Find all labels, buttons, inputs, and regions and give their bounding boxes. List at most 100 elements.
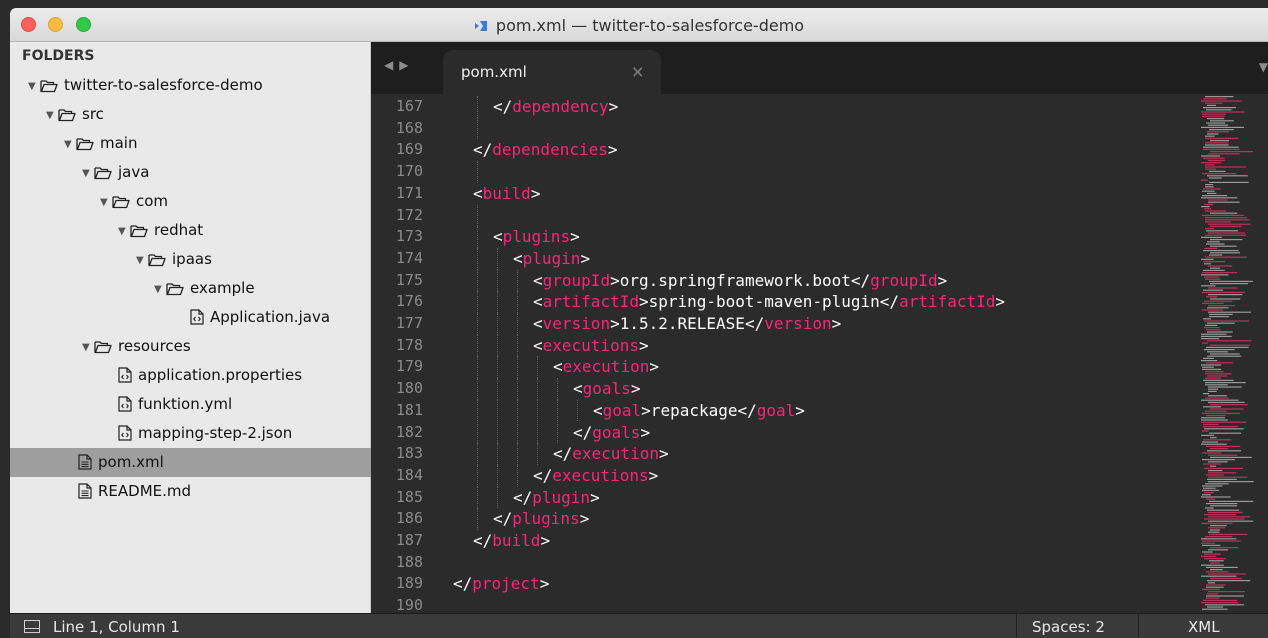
indent-guide: [497, 291, 498, 313]
code-text: <: [533, 270, 543, 290]
minimap[interactable]: [1199, 94, 1268, 613]
disclosure-triangle-icon[interactable]: ▼: [154, 275, 166, 304]
tree-item[interactable]: ▼ src: [10, 100, 371, 129]
minimap-line: [1205, 384, 1228, 386]
tree-item[interactable]: ▼ example: [10, 274, 371, 303]
chevron-left-icon[interactable]: ◀: [384, 58, 399, 72]
indent-guide: [497, 334, 498, 357]
indent-guide: [497, 486, 498, 509]
disclosure-triangle-icon[interactable]: ▼: [28, 72, 40, 101]
tree-item[interactable]: funktion.yml: [10, 390, 371, 419]
line-number: 174: [395, 248, 423, 267]
line-number: 182: [395, 422, 423, 441]
tree-item[interactable]: ▼ main: [10, 129, 371, 158]
code-text: >: [570, 227, 580, 247]
minimap-line: [1207, 606, 1224, 608]
tree-item[interactable]: ▼ java: [10, 158, 371, 187]
minimap-line: [1204, 514, 1237, 516]
minimap-line: [1202, 452, 1222, 454]
code-text: </: [573, 422, 593, 442]
sidebar: FOLDERS ▼ twitter-to-salesforce-demo ▼ src ▼…: [10, 42, 371, 613]
indent-guide: [477, 443, 478, 465]
minimap-line: [1205, 483, 1229, 485]
folder-open-icon: [130, 224, 148, 238]
tag-name: plugins: [502, 227, 571, 247]
minimap-line: [1209, 316, 1229, 318]
minimap-line: [1210, 140, 1229, 142]
code-text: >1.5.2.RELEASE</: [610, 314, 765, 333]
minimap-line: [1201, 111, 1245, 113]
tree-item[interactable]: Application.java: [10, 303, 371, 332]
indent-guide: [477, 399, 478, 422]
tree-item[interactable]: ▼ com: [10, 187, 371, 216]
indent-guide: [497, 247, 498, 270]
minimap-line: [1201, 564, 1224, 566]
minimap-line: [1206, 586, 1224, 588]
minimap-line: [1209, 313, 1233, 315]
disclosure-triangle-icon[interactable]: ▼: [64, 130, 76, 159]
minimap-line: [1202, 272, 1238, 274]
minimap-line: [1206, 296, 1218, 298]
disclosure-triangle-icon[interactable]: ▼: [100, 188, 112, 217]
minimap-line: [1210, 283, 1249, 285]
tree-item[interactable]: mapping-step-2.json: [10, 419, 371, 448]
indentation-setting[interactable]: Spaces: 2: [1032, 618, 1105, 636]
tree-item-label: main: [100, 134, 138, 152]
minimap-line: [1210, 267, 1221, 269]
minimap-line: [1206, 109, 1232, 111]
tree-item[interactable]: pom.xml: [10, 448, 371, 477]
tag-name: dependencies: [492, 140, 608, 160]
disclosure-triangle-icon[interactable]: ▼: [136, 246, 148, 275]
minimap-line: [1207, 241, 1220, 243]
disclosure-triangle-icon[interactable]: ▼: [82, 159, 94, 188]
minimap-line: [1209, 560, 1224, 562]
minimap-line: [1202, 113, 1226, 115]
minimap-line: [1202, 368, 1222, 370]
minimap-line: [1203, 463, 1222, 465]
tree-item[interactable]: application.properties: [10, 361, 371, 390]
minimap-line: [1206, 584, 1226, 586]
indent-guide: [477, 96, 478, 118]
indent-guide: [517, 334, 518, 357]
minimap-line: [1203, 98, 1227, 100]
code-line: </execution>: [553, 443, 669, 465]
code-text: >: [638, 335, 649, 355]
disclosure-triangle-icon[interactable]: ▼: [46, 101, 58, 130]
cursor-position[interactable]: Line 1, Column 1: [53, 618, 180, 636]
minimap-line: [1208, 531, 1220, 533]
folder-open-icon: [94, 166, 112, 180]
tree-item[interactable]: README.md: [10, 477, 371, 506]
close-icon[interactable]: ×: [631, 62, 644, 81]
minimap-line: [1204, 349, 1235, 351]
disclosure-triangle-icon[interactable]: ▼: [82, 333, 94, 362]
folder-open-icon: [40, 79, 58, 93]
minimap-line: [1210, 448, 1229, 450]
folder-open-icon: [112, 195, 130, 209]
syntax-selector[interactable]: XML: [1188, 618, 1220, 636]
minimap-line: [1203, 157, 1225, 159]
tree-item[interactable]: ▼ twitter-to-salesforce-demo: [10, 71, 371, 100]
minimap-line: [1208, 287, 1238, 289]
minimap-line: [1209, 181, 1249, 183]
minimap-line: [1202, 195, 1228, 197]
minimap-line: [1202, 190, 1215, 192]
minimap-line: [1205, 234, 1247, 236]
tag-name: dependency: [512, 97, 609, 116]
panel-toggle-icon[interactable]: [24, 620, 40, 633]
tree-item[interactable]: ▼ ipaas: [10, 245, 371, 274]
minimap-line: [1207, 133, 1219, 135]
code-editor[interactable]: 167 168 169 170 171 172 173 174 175 176 177 178 179 1…: [371, 94, 1268, 613]
chevron-right-icon[interactable]: ▶: [399, 58, 414, 72]
line-number: 169: [395, 140, 423, 159]
tag-name: version: [542, 314, 611, 333]
tree-item[interactable]: ▼ resources: [10, 332, 371, 361]
disclosure-triangle-icon[interactable]: ▼: [118, 217, 130, 246]
minimap-line: [1210, 344, 1250, 346]
triangle-down-icon[interactable]: ▼: [1259, 60, 1268, 74]
tree-item-label: mapping-step-2.json: [138, 424, 293, 442]
tab-pom-xml[interactable]: pom.xml ×: [443, 50, 661, 94]
tree-item[interactable]: ▼ redhat: [10, 216, 371, 245]
minimap-line: [1208, 481, 1254, 483]
minimap-line: [1201, 522, 1233, 524]
code-file-icon: [118, 396, 132, 412]
